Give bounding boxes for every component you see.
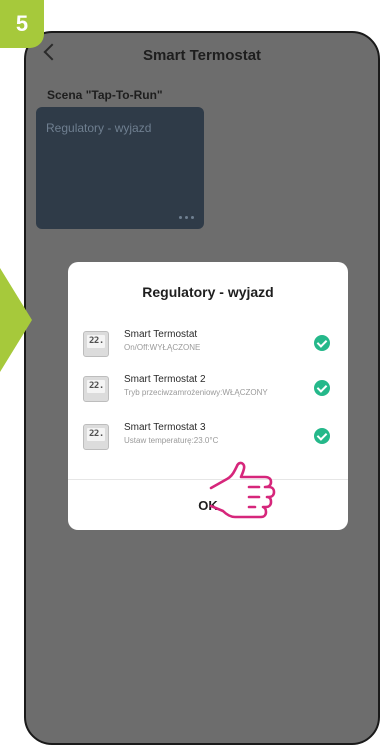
device-name: Smart Termostat 3 [124, 422, 206, 433]
device-name: Smart Termostat 2 [124, 374, 206, 385]
chevron-left-icon[interactable] [43, 43, 61, 61]
device-name: Smart Termostat [124, 329, 198, 340]
step-number-badge: 5 [0, 0, 44, 48]
phone-frame: Smart Termostat Scena "Tap-To-Run" Regul… [24, 31, 380, 745]
device-row: 22. Smart Termostat On/Off:WYŁĄCZONE [68, 327, 348, 367]
device-status: Tryb przeciwzamrożeniowy:WŁĄCZONY [124, 388, 268, 397]
device-status: Ustaw temperaturę:23.0°C [124, 436, 219, 445]
app-title: Smart Termostat [142, 46, 262, 64]
pointing-hand-icon [209, 461, 276, 519]
more-horizontal-icon[interactable] [179, 216, 194, 219]
instruction-graphic: 5 Smart Termostat Scena "Tap-To-Run" Reg… [0, 0, 385, 751]
device-row: 22. Smart Termostat 2 Tryb przeciwzamroż… [68, 372, 348, 412]
scene-card[interactable]: Regulatory - wyjazd [36, 107, 204, 229]
check-circle-icon [314, 380, 330, 396]
device-status: On/Off:WYŁĄCZONE [124, 343, 201, 352]
pointer-arrow-icon [0, 268, 32, 372]
app-header: Smart Termostat [26, 33, 378, 77]
dialog-title: Regulatory - wyjazd [142, 284, 274, 300]
check-circle-icon [314, 335, 330, 351]
section-title: Scena "Tap-To-Run" [47, 88, 163, 102]
check-circle-icon [314, 428, 330, 444]
scene-card-label: Regulatory - wyjazd [46, 121, 152, 135]
thermostat-display-text: 22. [89, 381, 104, 391]
thermostat-device-icon: 22. [83, 424, 109, 450]
thermostat-display-text: 22. [89, 336, 104, 346]
thermostat-device-icon: 22. [83, 331, 109, 357]
thermostat-device-icon: 22. [83, 376, 109, 402]
thermostat-display-text: 22. [89, 429, 104, 439]
